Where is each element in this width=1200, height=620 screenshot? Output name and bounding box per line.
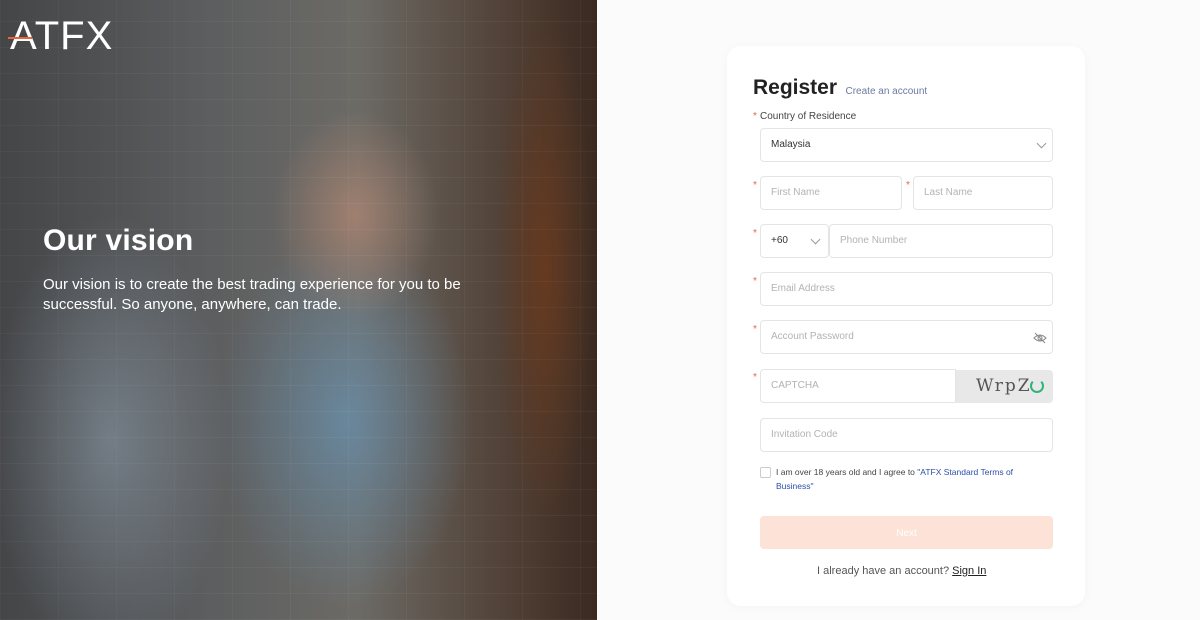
hero-text: Our vision is to create the best trading… <box>43 276 461 313</box>
hero-panel: ATFX Our vision Our vision is to create … <box>0 0 597 620</box>
dial-code-value: +60 <box>771 235 788 246</box>
last-name-field[interactable]: Last Name <box>913 176 1053 210</box>
country-label: Country of Residence <box>760 111 857 122</box>
required-star: * <box>906 180 910 191</box>
required-star: * <box>753 276 757 287</box>
country-value: Malaysia <box>771 139 811 150</box>
password-field[interactable]: Account Password <box>760 320 1053 354</box>
dial-code-select[interactable]: +60 <box>760 224 829 258</box>
logo-accent-stroke <box>8 37 32 39</box>
password-placeholder: Account Password <box>771 331 854 342</box>
required-star: * <box>753 372 757 383</box>
required-star: * <box>753 324 757 335</box>
phone-field[interactable]: Phone Number <box>829 224 1053 258</box>
required-star: * <box>753 180 757 191</box>
first-name-placeholder: First Name <box>771 187 820 198</box>
captcha-code: WrpZ <box>976 376 1032 396</box>
refresh-icon[interactable] <box>1030 379 1044 393</box>
email-field[interactable]: Email Address <box>760 272 1053 306</box>
signin-prompt: I already have an account? <box>817 565 950 577</box>
country-select[interactable]: Malaysia <box>760 128 1053 162</box>
logo-text: ATFX <box>10 14 114 58</box>
invitation-code-field[interactable]: Invitation Code <box>760 418 1053 452</box>
required-star: * <box>753 228 757 239</box>
last-name-placeholder: Last Name <box>924 187 973 198</box>
terms-text: I am over 18 years old and I agree to "A… <box>776 465 1036 493</box>
signin-link[interactable]: Sign In <box>952 565 986 577</box>
chevron-down-icon <box>810 234 821 245</box>
next-button[interactable]: Next <box>760 516 1053 549</box>
terms-checkbox[interactable] <box>760 467 771 478</box>
required-star: * <box>753 111 757 122</box>
register-title: Register <box>753 76 838 99</box>
eye-off-icon[interactable] <box>1033 332 1047 344</box>
captcha-field[interactable]: CAPTCHA <box>760 369 956 403</box>
register-header: Register Create an account <box>753 76 927 100</box>
captcha-placeholder: CAPTCHA <box>771 380 819 391</box>
register-subtitle: Create an account <box>845 86 928 97</box>
terms-statement: I am over 18 years old and I agree to <box>776 467 918 477</box>
brand-logo[interactable]: ATFX <box>8 14 114 58</box>
invitation-placeholder: Invitation Code <box>771 429 838 440</box>
signin-row: I already have an account? Sign In <box>817 565 986 577</box>
email-placeholder: Email Address <box>771 283 835 294</box>
phone-placeholder: Phone Number <box>840 235 908 246</box>
hero-title: Our vision <box>43 224 194 257</box>
first-name-field[interactable]: First Name <box>760 176 902 210</box>
chevron-down-icon <box>1036 138 1047 149</box>
